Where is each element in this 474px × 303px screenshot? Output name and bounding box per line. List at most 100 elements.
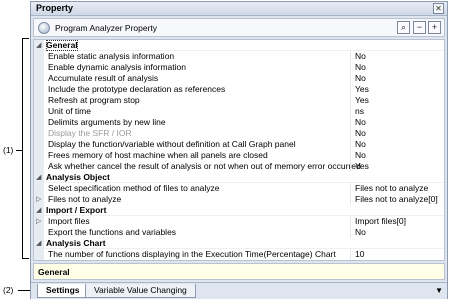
property-name: Files not to analyze	[48, 194, 122, 204]
collapse-all-button[interactable]: −	[413, 21, 426, 34]
property-grid: ◢ General Enable static analysis informati…	[33, 39, 445, 261]
property-name: Display the function/variable without de…	[48, 139, 296, 149]
column-divider	[350, 139, 351, 150]
column-divider	[350, 62, 351, 73]
column-divider	[350, 106, 351, 117]
property-row[interactable]: Accumulate result of analysis No	[34, 73, 444, 84]
callout-2-leader	[18, 290, 30, 291]
column-divider	[350, 84, 351, 95]
row-gutter	[34, 73, 44, 84]
description-title: General	[38, 267, 70, 277]
property-row[interactable]: Select specification method of files to …	[34, 183, 444, 194]
row-gutter	[34, 249, 44, 260]
row-gutter	[34, 117, 44, 128]
property-value[interactable]: No	[355, 227, 366, 238]
collapse-triangle-icon[interactable]: ◢	[36, 40, 41, 51]
property-name: Select specification method of files to …	[48, 183, 220, 193]
property-row[interactable]: Display the function/variable without de…	[34, 139, 444, 150]
property-panel: Property ✕ Program Analyzer Property ⌕ −…	[30, 1, 448, 299]
property-value[interactable]: Files not to analyze	[355, 183, 428, 194]
row-gutter	[34, 51, 44, 62]
property-row[interactable]: Refresh at program stop Yes	[34, 95, 444, 106]
column-divider	[350, 117, 351, 128]
property-row[interactable]: Frees memory of host machine when all pa…	[34, 150, 444, 161]
property-name: Unit of time	[48, 106, 91, 116]
category-label: Analysis Object	[46, 172, 110, 182]
property-value[interactable]: Yes	[355, 84, 369, 95]
collapse-triangle-icon[interactable]: ◢	[36, 238, 41, 249]
row-gutter	[34, 161, 44, 172]
category-row[interactable]: ◢ Analysis Chart	[34, 238, 444, 249]
property-row[interactable]: ▷ Files not to analyze Files not to analyz…	[34, 194, 444, 205]
property-value[interactable]: No	[355, 73, 366, 84]
property-row[interactable]: Export the functions and variables No	[34, 227, 444, 238]
property-name: Display the SFR / IOR	[48, 128, 132, 138]
search-button[interactable]: ⌕	[397, 21, 410, 34]
callout-2-label: (2)	[3, 285, 14, 295]
property-row[interactable]: Enable dynamic analysis information No	[34, 62, 444, 73]
property-name: Ask whether cancel the result of analysi…	[48, 161, 361, 171]
row-gutter	[34, 227, 44, 238]
property-name: The number of functions displaying in th…	[48, 249, 336, 259]
property-row[interactable]: Include the prototype declaration as ref…	[34, 84, 444, 95]
property-value[interactable]: No	[355, 117, 366, 128]
property-name: Include the prototype declaration as ref…	[48, 84, 226, 94]
property-value[interactable]: Import files[0]	[355, 216, 406, 227]
tab-bar: Settings Variable Value Changing ▼	[31, 282, 447, 299]
callout-1-leader	[16, 150, 22, 151]
category-row[interactable]: ◢ Import / Export	[34, 205, 444, 216]
property-row[interactable]: The number of functions displaying in th…	[34, 249, 444, 260]
row-gutter	[34, 183, 44, 194]
category-row[interactable]: ◢ Analysis Object	[34, 172, 444, 183]
column-divider	[350, 227, 351, 238]
property-row[interactable]: ▷ Import files Import files[0]	[34, 216, 444, 227]
column-divider	[350, 194, 351, 205]
chevron-down-icon[interactable]: ▼	[435, 286, 443, 295]
collapse-triangle-icon[interactable]: ◢	[36, 172, 41, 183]
column-divider	[350, 128, 351, 139]
panel-title: Property	[36, 3, 74, 13]
property-row[interactable]: Unit of time ns	[34, 106, 444, 117]
panel-titlebar: Property ✕	[31, 2, 447, 16]
description-area: General	[33, 263, 445, 280]
property-row[interactable]: Ask whether cancel the result of analysi…	[34, 161, 444, 172]
property-row[interactable]: Enable static analysis information No	[34, 51, 444, 62]
column-divider	[350, 183, 351, 194]
program-analyzer-icon	[38, 22, 50, 34]
category-label: Analysis Chart	[46, 238, 106, 248]
expand-triangle-icon[interactable]: ▷	[36, 194, 41, 205]
column-divider	[350, 73, 351, 84]
property-name: Enable dynamic analysis information	[48, 62, 186, 72]
row-gutter	[34, 95, 44, 106]
property-value[interactable]: No	[355, 150, 366, 161]
property-row[interactable]: Delimits arguments by new line No	[34, 117, 444, 128]
property-value[interactable]: No	[355, 51, 366, 62]
property-name: Enable static analysis information	[48, 51, 175, 61]
property-value[interactable]: No	[355, 128, 366, 139]
property-row[interactable]: Display the SFR / IOR No	[34, 128, 444, 139]
panel-toolbar: Program Analyzer Property ⌕ − +	[33, 18, 445, 37]
property-name: Refresh at program stop	[48, 95, 140, 105]
row-gutter	[34, 139, 44, 150]
expand-triangle-icon[interactable]: ▷	[36, 216, 41, 227]
row-gutter	[34, 62, 44, 73]
expand-all-button[interactable]: +	[428, 21, 441, 34]
property-value[interactable]: 10	[355, 249, 364, 260]
property-value[interactable]: No	[355, 139, 366, 150]
close-icon[interactable]: ✕	[433, 3, 444, 14]
property-value[interactable]: Yes	[355, 161, 369, 172]
tab-settings[interactable]: Settings	[37, 284, 89, 298]
property-name: Frees memory of host machine when all pa…	[48, 150, 268, 160]
property-value[interactable]: ns	[355, 106, 364, 117]
column-divider	[350, 216, 351, 227]
tab-variable-value-changing[interactable]: Variable Value Changing	[85, 284, 196, 298]
callout-1-bracket-top	[22, 38, 29, 39]
property-value[interactable]: No	[355, 62, 366, 73]
row-gutter	[34, 84, 44, 95]
property-value[interactable]: Yes	[355, 95, 369, 106]
category-row[interactable]: ◢ General	[34, 40, 444, 51]
property-value[interactable]: Files not to analyze[0]	[355, 194, 438, 205]
callout-1-label: (1)	[3, 145, 14, 155]
property-name: Import files	[48, 216, 90, 226]
collapse-triangle-icon[interactable]: ◢	[36, 205, 41, 216]
